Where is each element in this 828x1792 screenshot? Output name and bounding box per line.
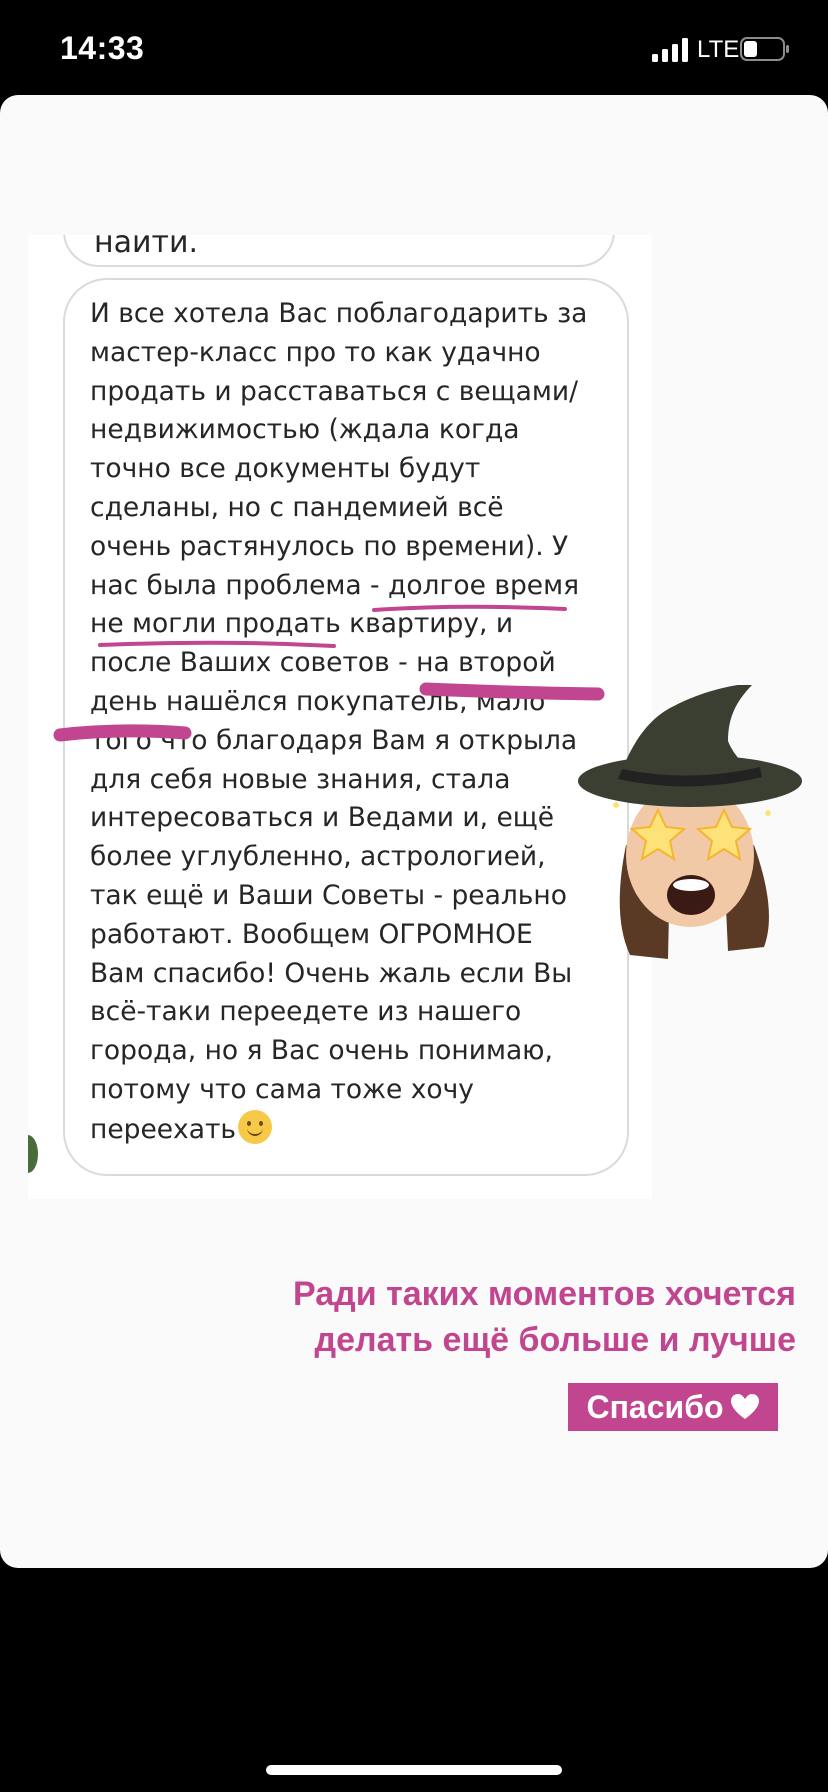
home-indicator[interactable] (266, 1765, 562, 1775)
message-line: так ещё и Ваши Советы - реально (90, 879, 567, 911)
message-line: потому что сама тоже хочу (90, 1073, 474, 1105)
cellular-signal-icon (652, 38, 688, 62)
message-line: Вам спасибо! Очень жаль если Вы (90, 957, 573, 989)
witch-memoji-sticker-icon[interactable] (578, 685, 804, 965)
status-bar: 14:33 LTE (0, 0, 828, 96)
message-line: нас была проблема - долгое время (90, 569, 580, 601)
message-line: продать и расставаться с вещами/ (90, 375, 579, 407)
slightly-smiling-face-icon (238, 1109, 273, 1144)
status-time: 14:33 (60, 30, 145, 66)
story-card[interactable]: найти. И все хотела Вас поблагодарить за… (0, 95, 828, 1568)
avatar (28, 1135, 38, 1173)
message-line: работают. Вообщем ОГРОМНОЕ (90, 918, 533, 950)
message-line: города, но я Вас очень понимаю, (90, 1035, 553, 1067)
message-line: точно все документы будут (90, 453, 481, 485)
message-text: И все хотела Вас поблагодарить за мастер-… (90, 295, 650, 1150)
caption-line-1: Ради таких моментов хочется (293, 1275, 796, 1313)
message-line: недвижимостью (ждала когда (90, 414, 520, 446)
white-heart-icon (730, 1394, 759, 1419)
message-line: сделаны, но с пандемией всё (90, 491, 504, 523)
message-line: после Ваших советов - на второй (90, 647, 556, 679)
chat-screenshot: найти. И все хотела Вас поблагодарить за… (28, 235, 652, 1199)
message-line: переехать (90, 1109, 650, 1150)
battery-icon (740, 37, 789, 61)
message-line: не могли продать квартиру, и (90, 608, 514, 640)
thanks-badge: Спасибо (568, 1383, 778, 1431)
message-line: всё-таки переедете из нашего (90, 996, 522, 1028)
message-line: очень растянулось по времени). У (90, 530, 569, 562)
message-line: более углубленно, астрологией, (90, 841, 546, 873)
caption-line-2: делать ещё больше и лучше (314, 1321, 796, 1359)
thanks-badge-label: Спасибо (586, 1388, 724, 1425)
message-line: для себя новые знания, стала (90, 763, 511, 795)
previous-message-text: найти. (94, 235, 199, 260)
message-line: интересоваться и Ведами и, ещё (90, 802, 555, 834)
message-line: день нашёлся покупатель, мало (90, 685, 546, 717)
network-type: LTE (697, 36, 740, 63)
message-line: того что благодаря Вам я открыла (90, 724, 578, 756)
message-line: И все хотела Вас поблагодарить за (90, 298, 588, 329)
message-line: мастер-класс про то как удачно (90, 336, 541, 368)
